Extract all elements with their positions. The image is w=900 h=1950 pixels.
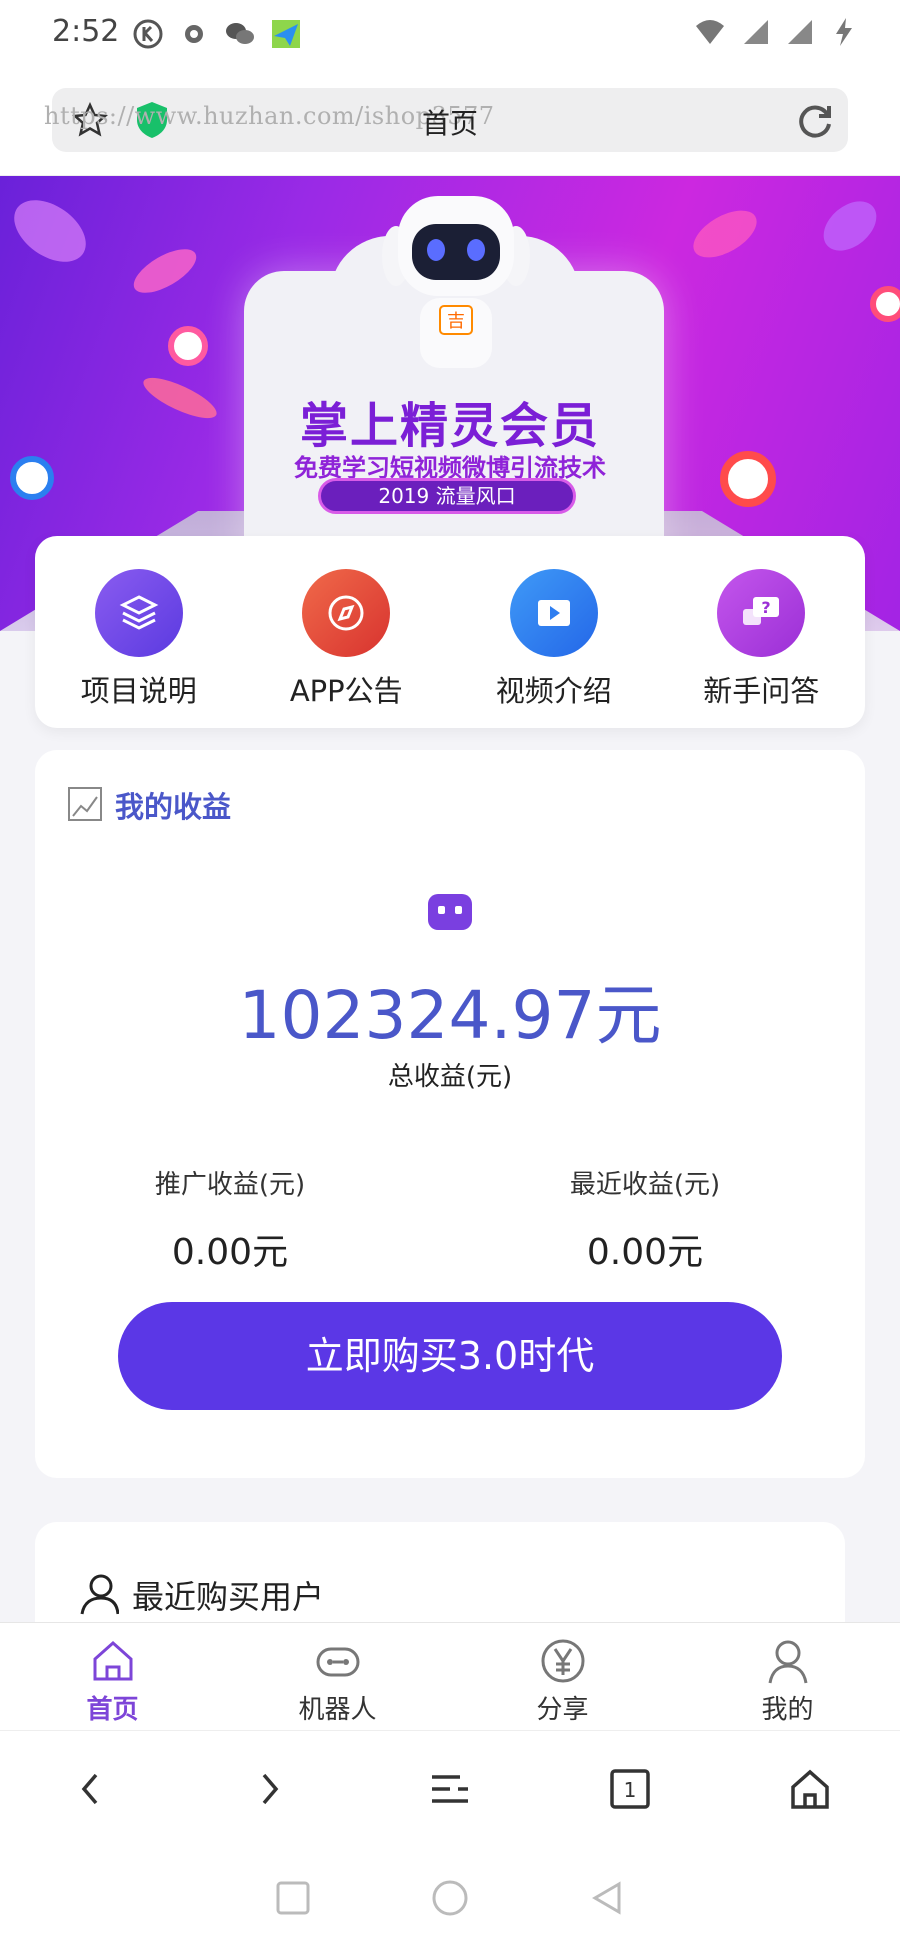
banner-title: 掌上精灵会员: [299, 398, 600, 454]
tabs-button[interactable]: 1: [540, 1731, 720, 1846]
question-chat-icon: ?: [717, 569, 806, 657]
decor-blob: [2, 187, 98, 275]
menu-item-announcement[interactable]: APP公告: [243, 536, 451, 728]
chart-frame-icon: [68, 787, 102, 821]
browser-home-button[interactable]: [720, 1731, 900, 1846]
home-icon: [93, 1640, 132, 1681]
robot-mascot-icon: 吉: [382, 196, 530, 368]
yen-icon: [541, 1639, 584, 1683]
chevron-left-icon: [81, 1773, 98, 1804]
notification-icons: [132, 18, 302, 50]
banner-pill: 2019 流量风口: [318, 478, 576, 514]
buy-button[interactable]: 立即购买3.0时代: [118, 1302, 782, 1410]
signal-icon: [744, 20, 768, 44]
tab-count-icon: 1: [610, 1768, 650, 1809]
browser-address-bar: https://www.huzhan.com/ishop3577 首页: [0, 70, 900, 176]
menu-item-label: 新手问答: [703, 674, 820, 708]
decor-blob: [685, 200, 765, 268]
earnings-heading: 我的收益: [115, 790, 232, 824]
total-earnings-value: 102324.97元: [238, 977, 662, 1054]
tab-share[interactable]: 分享: [450, 1623, 675, 1730]
send-app-icon: [272, 20, 300, 48]
ball-app-icon: [185, 25, 203, 43]
recents-square-icon[interactable]: [275, 1880, 311, 1916]
menu-item-label: 项目说明: [80, 674, 197, 708]
decor-blob: [814, 191, 886, 261]
back-button[interactable]: [0, 1731, 180, 1846]
system-status-icons: [692, 16, 860, 48]
wifi-icon: [696, 20, 724, 44]
recent-earnings: 最近收益(元) 0.00元: [495, 1164, 795, 1275]
tab-count: 1: [624, 1778, 637, 1802]
status-time: 2:52: [52, 14, 120, 49]
user-icon: [768, 1640, 807, 1684]
svg-text:?: ?: [762, 598, 771, 617]
status-bar: 2:52: [0, 0, 900, 70]
k-app-icon: [133, 19, 163, 49]
decor-blob: [127, 240, 203, 302]
robot-badge: 吉: [447, 311, 465, 332]
menu-item-project[interactable]: 项目说明: [35, 536, 243, 728]
recent-buyers-title: 最近购买用户: [132, 1578, 325, 1616]
promo-earnings-label: 推广收益(元): [154, 1170, 306, 1200]
system-navigation-bar: [0, 1846, 900, 1950]
tab-label: 首页: [86, 1695, 139, 1725]
robot-icon: [316, 1647, 359, 1677]
menu-button[interactable]: [360, 1731, 540, 1846]
signal-2-icon: [788, 20, 812, 44]
user-outline-icon: [80, 1574, 119, 1615]
menu-item-faq[interactable]: ? 新手问答: [658, 536, 866, 728]
video-icon: [509, 569, 598, 657]
promo-earnings-value: 0.00元: [171, 1232, 289, 1273]
tab-label: 机器人: [298, 1695, 377, 1725]
battery-charging-icon: [836, 18, 852, 46]
home-circle-icon[interactable]: [431, 1879, 469, 1917]
page-title: 首页: [421, 107, 478, 140]
home-outline-icon: [791, 1769, 829, 1809]
compass-icon: [302, 569, 391, 657]
earnings-card: 我的收益 102324.97元 总收益(元) 推广收益(元) 0.00元 最近收…: [35, 750, 865, 1478]
reload-icon[interactable]: [794, 100, 836, 142]
url-box[interactable]: https://www.huzhan.com/ishop3577 首页: [44, 88, 848, 152]
app-screen: 2:52 https://www.huzhan.com/ishop3577 首页: [0, 0, 900, 1950]
forward-button[interactable]: [180, 1731, 360, 1846]
tab-home[interactable]: 首页: [0, 1623, 225, 1730]
tab-label: 分享: [536, 1695, 589, 1725]
layers-icon: [94, 569, 183, 657]
decor-ball: [870, 286, 900, 322]
menu-item-label: 视频介绍: [495, 674, 612, 708]
quick-menu: 项目说明 APP公告 视频介绍 ? 新手问答: [35, 536, 865, 728]
tab-mine[interactable]: 我的: [675, 1623, 900, 1730]
app-tab-bar: 首页 机器人 分享 我的: [0, 1622, 900, 1730]
tab-label: 我的: [761, 1695, 814, 1725]
back-triangle-icon[interactable]: [589, 1880, 625, 1916]
wechat-icon: [226, 23, 254, 44]
promo-earnings: 推广收益(元) 0.00元: [80, 1164, 380, 1275]
total-earnings-label: 总收益(元): [387, 1062, 513, 1092]
decor-ball: [168, 326, 208, 366]
tab-robot[interactable]: 机器人: [225, 1623, 450, 1730]
menu-item-label: APP公告: [289, 674, 403, 708]
chevron-right-icon: [262, 1773, 279, 1804]
recent-earnings-label: 最近收益(元): [569, 1170, 721, 1200]
recent-earnings-value: 0.00元: [586, 1232, 704, 1273]
browser-toolbar: 1: [0, 1730, 900, 1846]
menu-lines-icon: [432, 1774, 468, 1803]
menu-item-video[interactable]: 视频介绍: [450, 536, 658, 728]
robot-face-icon: [428, 894, 472, 930]
